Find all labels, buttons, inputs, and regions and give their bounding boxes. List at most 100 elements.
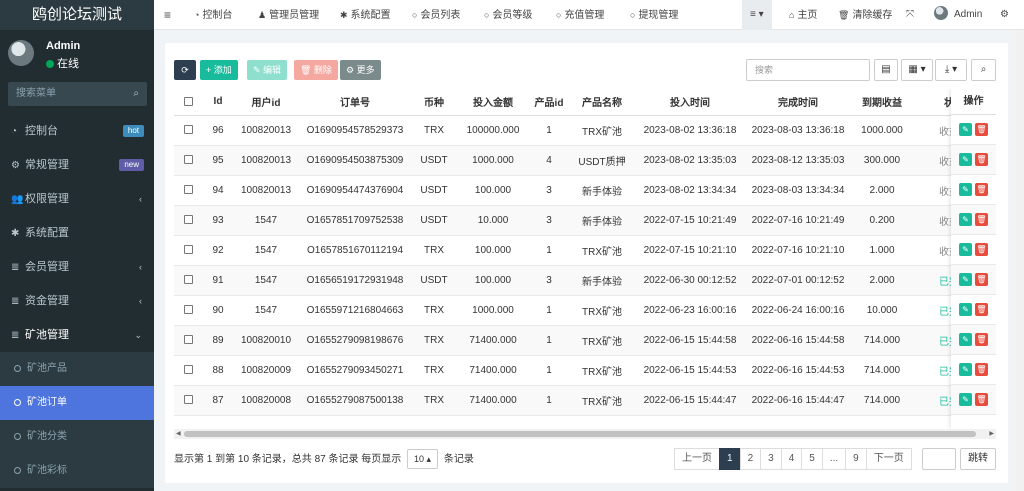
jump-button[interactable]: 跳转: [960, 448, 996, 470]
delete-row-button[interactable]: 🗑: [975, 123, 988, 136]
column-header[interactable]: 到期收益: [852, 89, 912, 116]
clear-cache-button[interactable]: 🗑 清除缓存: [838, 0, 892, 30]
tab-member-level[interactable]: ○ 会员等级: [484, 0, 532, 30]
column-header[interactable]: Id: [202, 89, 234, 116]
checkbox-icon[interactable]: [183, 365, 193, 375]
table-search-input[interactable]: 搜索: [746, 59, 870, 81]
sidebar-item-general[interactable]: ⚙ 常规管理 new: [0, 148, 154, 182]
table-row[interactable]: 95 100820013 O1690954503875309 USDT 1000.000…: [174, 145, 996, 176]
sidebar-subitem-mining-labels[interactable]: 矿池彩标: [0, 454, 154, 488]
column-header[interactable]: 产品名称: [568, 89, 636, 116]
home-link[interactable]: ⌂ 主页: [789, 0, 817, 30]
delete-row-button[interactable]: 🗑: [975, 273, 988, 286]
scroll-left-icon[interactable]: ◀: [176, 429, 181, 439]
tab-system-config[interactable]: ✱ 系统配置: [340, 0, 391, 30]
menu-toggle-icon[interactable]: ≡: [164, 0, 171, 30]
sidebar-subitem-mining-orders[interactable]: 矿池订单: [0, 386, 154, 420]
delete-row-button[interactable]: 🗑: [975, 303, 988, 316]
tab-withdraw[interactable]: ○ 提现管理: [630, 0, 678, 30]
checkbox-icon[interactable]: [183, 245, 193, 255]
refresh-button[interactable]: ⟳: [174, 60, 196, 80]
delete-row-button[interactable]: 🗑: [975, 153, 988, 166]
edit-row-button[interactable]: ✎: [959, 273, 972, 286]
tab-dashboard[interactable]: ◔ 控制台: [194, 0, 232, 30]
edit-row-button[interactable]: ✎: [959, 393, 972, 406]
sidebar-subitem-mining-categories[interactable]: 矿池分类: [0, 420, 154, 454]
row-checkbox[interactable]: [174, 175, 202, 206]
column-header[interactable]: 币种: [412, 89, 456, 116]
app-logo[interactable]: 鸥创论坛测试: [0, 0, 154, 30]
column-header[interactable]: 订单号: [298, 89, 412, 116]
checkbox-icon[interactable]: [183, 275, 193, 285]
column-header[interactable]: 产品id: [530, 89, 568, 116]
page-button[interactable]: 3: [760, 448, 782, 470]
delete-row-button[interactable]: 🗑: [975, 213, 988, 226]
tab-member-list[interactable]: ○ 会员列表: [412, 0, 460, 30]
edit-row-button[interactable]: ✎: [959, 183, 972, 196]
tab-admin-manage[interactable]: ♟ 管理员管理: [258, 0, 319, 30]
page-button[interactable]: 4: [780, 448, 803, 470]
edit-row-button[interactable]: ✎: [959, 153, 972, 166]
delete-row-button[interactable]: 🗑: [975, 363, 988, 376]
row-checkbox[interactable]: [174, 295, 202, 326]
sidebar-item-members[interactable]: ≣ 会员管理 ‹: [0, 250, 154, 284]
table-row[interactable]: 92 1547 O1657851670112194 TRX 100.000 1 TRX矿池 2…: [174, 235, 996, 266]
admin-profile-menu[interactable]: Admin: [934, 0, 982, 30]
more-button[interactable]: ⚙ 更多: [340, 60, 381, 80]
checkbox-icon[interactable]: [183, 97, 193, 107]
tab-recharge[interactable]: ○ 充值管理: [556, 0, 604, 30]
table-row[interactable]: 93 1547 O1657851709752538 USDT 10.000 3 新手体验 20…: [174, 205, 996, 236]
column-header[interactable]: 用户id: [234, 89, 298, 116]
sidebar-subitem-mining-products[interactable]: 矿池产品: [0, 352, 154, 386]
delete-row-button[interactable]: 🗑: [975, 333, 988, 346]
row-checkbox[interactable]: [174, 325, 202, 356]
print-button[interactable]: ▤: [874, 59, 898, 81]
column-header[interactable]: 投入时间: [636, 89, 744, 116]
table-row[interactable]: 94 100820013 O1690954474376904 USDT 100.000 3…: [174, 175, 996, 206]
delete-row-button[interactable]: 🗑: [975, 393, 988, 406]
checkbox-icon[interactable]: [183, 125, 193, 135]
row-checkbox[interactable]: [174, 355, 202, 386]
jump-page-input[interactable]: [922, 448, 956, 470]
page-button[interactable]: 5: [801, 448, 823, 470]
delete-button[interactable]: 🗑 删除: [294, 60, 338, 80]
scroll-right-icon[interactable]: ▶: [989, 429, 994, 439]
table-row[interactable]: 88 100820009 O1655279093450271 TRX 71400.000…: [174, 355, 996, 386]
column-header[interactable]: 完成时间: [744, 89, 852, 116]
checkbox-icon[interactable]: [183, 395, 193, 405]
export-button[interactable]: ⤓ ▾: [935, 59, 967, 81]
page-button[interactable]: 1: [719, 448, 741, 470]
checkbox-icon[interactable]: [183, 335, 193, 345]
prev-page-button[interactable]: 上一页: [674, 448, 720, 470]
search-toggle-button[interactable]: ⌕: [971, 59, 996, 81]
columns-toggle-button[interactable]: ▦ ▾: [901, 59, 933, 81]
sidebar-item-funds[interactable]: ≣ 资金管理 ‹: [0, 284, 154, 318]
sidebar-item-dashboard[interactable]: ◔ 控制台 hot: [0, 114, 154, 148]
next-page-button[interactable]: 下一页: [865, 448, 912, 470]
checkbox-icon[interactable]: [183, 305, 193, 315]
add-button[interactable]: + 添加: [200, 60, 238, 80]
table-row[interactable]: 89 100820010 O1655279098198676 TRX 71400.000…: [174, 325, 996, 356]
page-scrollbar[interactable]: [1016, 30, 1024, 491]
column-header[interactable]: 投入金额: [456, 89, 530, 116]
sidebar-item-permissions[interactable]: 👥 权限管理 ‹: [0, 182, 154, 216]
checkbox-icon[interactable]: [183, 155, 193, 165]
table-row[interactable]: 90 1547 O1655971216804663 TRX 1000.000 1 TRX矿池…: [174, 295, 996, 326]
edit-row-button[interactable]: ✎: [959, 363, 972, 376]
table-row[interactable]: 96 100820013 O1690954578529373 TRX 100000.00…: [174, 115, 996, 146]
row-checkbox[interactable]: [174, 115, 202, 146]
table-row[interactable]: 87 100820008 O1655279087500138 TRX 71400.000…: [174, 385, 996, 416]
edit-row-button[interactable]: ✎: [959, 123, 972, 136]
delete-row-button[interactable]: 🗑: [975, 243, 988, 256]
row-checkbox[interactable]: [174, 145, 202, 176]
edit-row-button[interactable]: ✎: [959, 243, 972, 256]
sidebar-item-mining[interactable]: ≣ 矿池管理 ⌄: [0, 318, 154, 352]
edit-row-button[interactable]: ✎: [959, 303, 972, 316]
edit-row-button[interactable]: ✎: [959, 213, 972, 226]
checkbox-icon[interactable]: [183, 185, 193, 195]
scrollbar-thumb[interactable]: [184, 431, 976, 437]
page-button[interactable]: 9: [845, 448, 867, 470]
select-all-checkbox[interactable]: [174, 89, 202, 116]
edit-button[interactable]: ✎ 编辑: [247, 60, 288, 80]
edit-row-button[interactable]: ✎: [959, 333, 972, 346]
